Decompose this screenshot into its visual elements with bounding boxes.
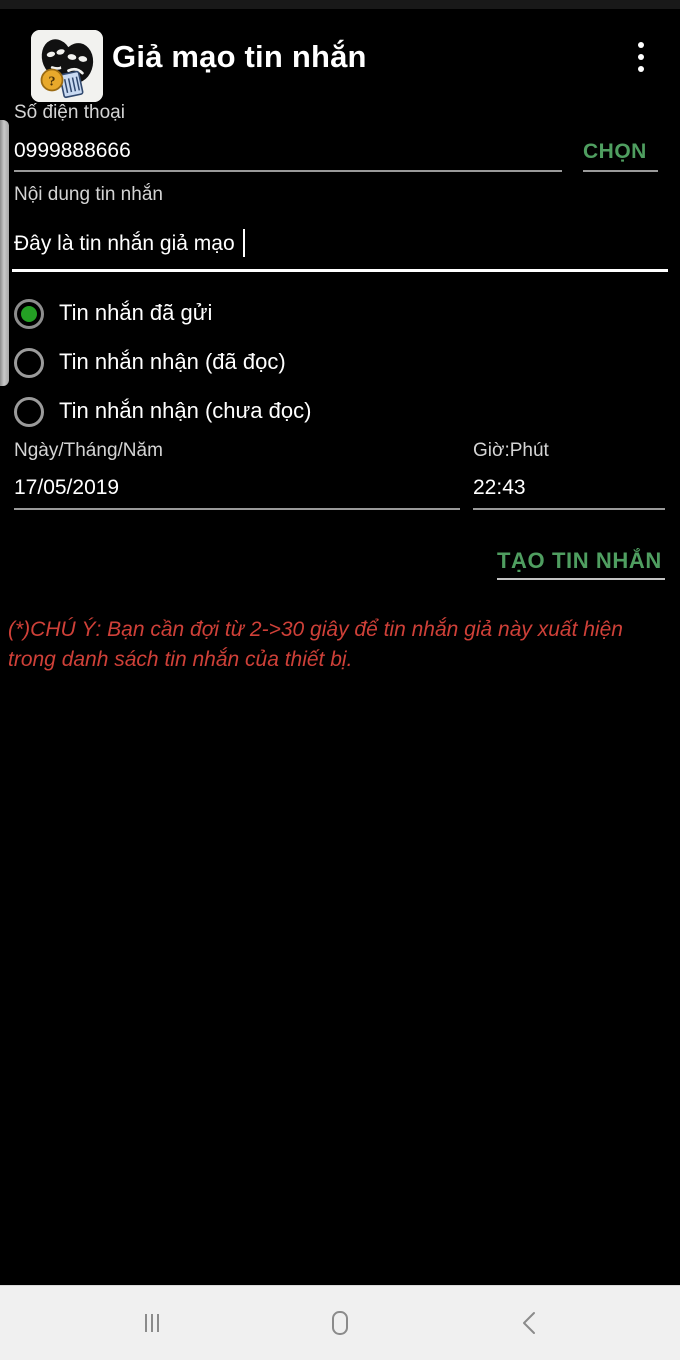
overflow-dot <box>638 54 644 60</box>
radio-option-label: Tin nhắn đã gửi <box>59 300 213 325</box>
radio-option-label: Tin nhắn nhận (đã đọc) <box>59 349 286 374</box>
home-icon[interactable] <box>280 1286 400 1360</box>
create-message-button[interactable]: TẠO TIN NHẮN <box>497 548 662 574</box>
overflow-dot <box>638 66 644 72</box>
app-screen: ? Giả mạo tin nhắn Số điện thoại 0999888… <box>0 0 680 1360</box>
date-input[interactable]: 17/05/2019 <box>14 476 119 500</box>
edge-panel-handle[interactable] <box>0 120 9 386</box>
app-bar: ? Giả mạo tin nhắn <box>0 9 680 102</box>
phone-field-label: Số điện thoại <box>14 102 125 123</box>
date-field-label: Ngày/Tháng/Năm <box>14 440 163 461</box>
phone-input[interactable]: 0999888666 <box>14 139 131 163</box>
message-input[interactable]: Đây là tin nhắn giả mạo <box>14 232 235 256</box>
pick-contact-button[interactable]: CHỌN <box>583 140 647 164</box>
page-title: Giả mạo tin nhắn <box>112 39 367 74</box>
radio-button-icon <box>14 397 44 427</box>
status-bar <box>0 0 680 9</box>
message-field-label: Nội dung tin nhắn <box>14 184 163 205</box>
overflow-menu-icon[interactable] <box>628 42 654 80</box>
pick-contact-underline <box>583 170 658 172</box>
create-message-underline <box>497 578 665 580</box>
time-field-label: Giờ:Phút <box>473 440 549 461</box>
recents-icon[interactable] <box>92 1286 212 1360</box>
back-icon[interactable] <box>470 1286 590 1360</box>
radio-option-label: Tin nhắn nhận (chưa đọc) <box>59 398 312 423</box>
radio-button-icon <box>14 299 44 329</box>
date-input-underline <box>14 508 460 510</box>
time-input-underline <box>473 508 665 510</box>
svg-text:?: ? <box>49 75 56 90</box>
time-input[interactable]: 22:43 <box>473 476 526 500</box>
system-navigation-bar <box>0 1285 680 1360</box>
text-cursor <box>243 229 245 257</box>
radio-button-icon <box>14 348 44 378</box>
message-input-underline <box>12 269 668 272</box>
warning-note: (*)CHÚ Ý: Bạn cần đợi từ 2->30 giây để t… <box>8 618 623 671</box>
theater-masks-app-icon: ? <box>31 30 103 102</box>
phone-input-underline <box>14 170 562 172</box>
overflow-dot <box>638 42 644 48</box>
